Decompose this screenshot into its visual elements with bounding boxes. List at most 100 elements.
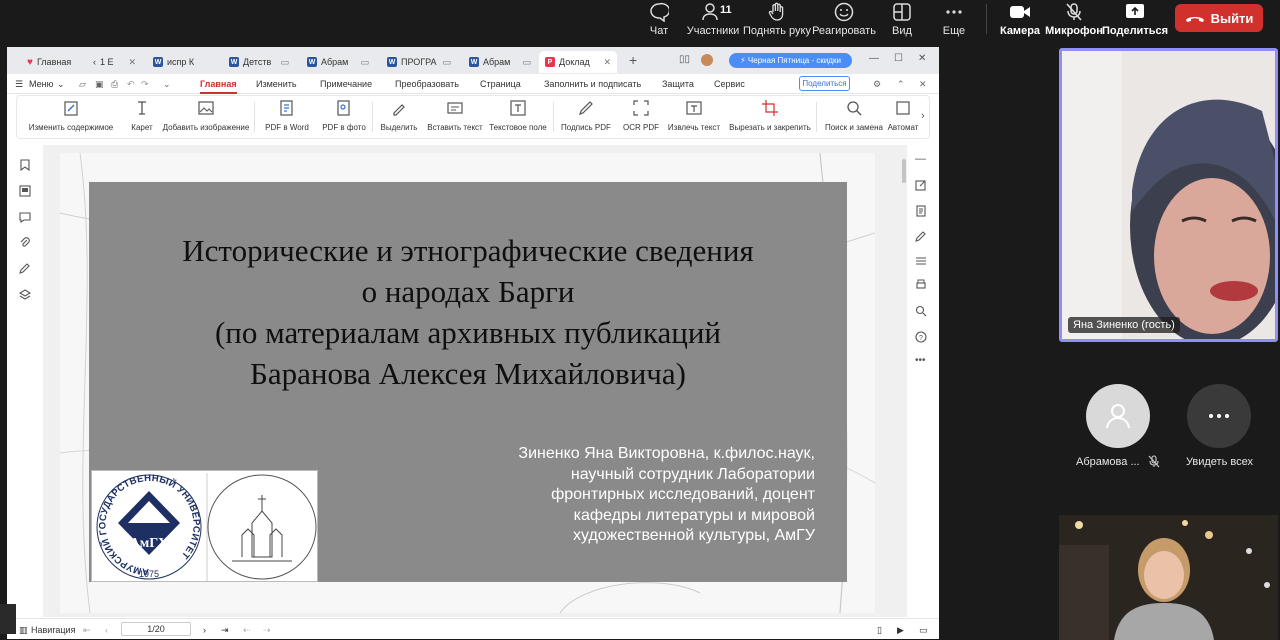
- tab-home[interactable]: ♥ Главная: [21, 51, 81, 73]
- search-icon[interactable]: [915, 305, 927, 317]
- pdf-to-word-tool[interactable]: PDF в Word: [259, 99, 315, 137]
- menu-item-edit[interactable]: Изменить: [256, 79, 297, 89]
- tab-document-active[interactable]: P Доклад ✕: [539, 51, 617, 73]
- react-button[interactable]: Реагировать: [812, 0, 876, 42]
- menu-item-home[interactable]: Главная: [200, 79, 237, 94]
- leave-button[interactable]: Выйти: [1175, 4, 1263, 32]
- undo-icon[interactable]: ↶: [127, 79, 135, 90]
- auto-tool[interactable]: Автомат: [887, 99, 919, 137]
- speaker-video-tile[interactable]: Яна Зиненко (гость): [1059, 48, 1278, 342]
- chevron-right-icon[interactable]: ›: [921, 110, 925, 122]
- minus-icon[interactable]: —: [915, 153, 927, 165]
- menu-item-comment[interactable]: Примечание: [320, 79, 372, 89]
- save-icon[interactable]: ▣: [95, 79, 104, 90]
- navigation-icon[interactable]: ▥: [19, 625, 28, 636]
- next-page-icon[interactable]: ›: [203, 625, 206, 635]
- new-tab-icon[interactable]: +: [629, 52, 637, 68]
- participant-avatar[interactable]: [1086, 384, 1150, 448]
- slide: Исторические и этнографические сведения …: [89, 182, 847, 582]
- document-icon[interactable]: [915, 205, 927, 217]
- settings-icon[interactable]: ⚙: [873, 79, 881, 90]
- menu-button[interactable]: Меню: [29, 79, 53, 89]
- self-video-tile[interactable]: [1059, 515, 1278, 640]
- caret-icon: [138, 101, 146, 115]
- tablet-icon[interactable]: ▯▯: [679, 54, 690, 65]
- pdf-to-image-tool[interactable]: PDF в фото: [319, 99, 369, 137]
- add-image-tool[interactable]: Добавить изображение: [163, 99, 249, 137]
- page-number-input[interactable]: 1/20: [121, 622, 191, 636]
- first-page-icon[interactable]: ⇤: [83, 625, 91, 636]
- navigation-label[interactable]: Навигация: [31, 625, 75, 635]
- close-icon[interactable]: ✕: [128, 57, 136, 68]
- participants-button[interactable]: 11 Участники: [686, 0, 740, 42]
- comment-icon[interactable]: [19, 211, 31, 223]
- extract-text-tool[interactable]: Извлечь текст: [663, 99, 725, 137]
- see-all-label[interactable]: Увидеть всех: [1186, 456, 1253, 468]
- maximize-icon[interactable]: ☐: [894, 53, 903, 64]
- caret-tool[interactable]: Карет: [127, 99, 157, 137]
- scrollbar-thumb[interactable]: [902, 159, 906, 183]
- tab-label: ПРОГРА: [401, 57, 437, 67]
- compare-icon[interactable]: [915, 255, 927, 267]
- open-folder-icon[interactable]: ▱: [79, 79, 86, 90]
- prev-page-icon[interactable]: ‹: [105, 625, 108, 635]
- edit-content-tool[interactable]: Изменить содержимое: [25, 99, 117, 137]
- chevron-up-icon[interactable]: ⌃: [897, 79, 905, 90]
- tab-document-1[interactable]: ‹ 1 Е ✕: [87, 51, 142, 73]
- fit-page-icon[interactable]: ▭: [919, 625, 928, 636]
- close-icon[interactable]: ✕: [919, 79, 927, 90]
- ocr-pdf-tool[interactable]: OCR PDF: [621, 99, 661, 137]
- help-icon[interactable]: ?: [915, 331, 927, 343]
- tab-document-4[interactable]: W Абрам ▭: [301, 51, 375, 73]
- camera-button[interactable]: Камера: [1000, 0, 1040, 42]
- chat-button[interactable]: Чат: [640, 0, 678, 42]
- hamburger-icon[interactable]: ☰: [15, 79, 23, 90]
- print-icon[interactable]: [915, 279, 927, 291]
- see-all-button[interactable]: [1187, 384, 1251, 448]
- raise-hand-button[interactable]: Поднять руку: [743, 0, 811, 42]
- find-replace-tool[interactable]: Поиск и замена: [823, 99, 885, 137]
- tab-document-2[interactable]: W испр К: [147, 51, 217, 73]
- highlight-tool[interactable]: Выделить: [377, 99, 421, 137]
- share-screen-button[interactable]: Поделиться: [1102, 0, 1168, 42]
- forward-icon[interactable]: ⇢: [263, 625, 271, 636]
- thumbnails-icon[interactable]: [19, 185, 31, 197]
- back-icon[interactable]: ⇠: [243, 625, 251, 636]
- signature-icon[interactable]: [19, 263, 31, 275]
- minimize-icon[interactable]: —: [869, 53, 879, 64]
- sign-icon[interactable]: [915, 231, 927, 243]
- tab-document-3[interactable]: W Детств ▭: [223, 51, 295, 73]
- edit-icon[interactable]: [915, 179, 927, 191]
- sign-pdf-tool[interactable]: Подпись PDF: [558, 99, 614, 137]
- share-doc-button[interactable]: Поделиться: [799, 76, 850, 91]
- avatar[interactable]: [701, 54, 713, 66]
- bookmark-icon[interactable]: [19, 159, 31, 171]
- chevron-down-icon[interactable]: ⌄: [163, 79, 171, 90]
- text-box-tool[interactable]: Текстовое поле: [487, 99, 549, 137]
- reading-mode-icon[interactable]: ▯: [877, 625, 882, 636]
- menu-item-convert[interactable]: Преобразовать: [395, 79, 459, 89]
- insert-text-tool[interactable]: Вставить текст: [427, 99, 483, 137]
- tab-document-5[interactable]: W ПРОГРА ▭: [381, 51, 457, 73]
- redo-icon[interactable]: ↷: [141, 79, 149, 90]
- attachment-icon[interactable]: [19, 237, 31, 249]
- layers-icon[interactable]: [19, 289, 31, 301]
- cut-pin-tool[interactable]: Вырезать и закрепить: [729, 99, 811, 137]
- menu-item-fill-sign[interactable]: Заполнить и подписать: [544, 79, 641, 89]
- promo-badge[interactable]: ⚡ Черная Пятница - скидки: [729, 53, 852, 68]
- close-icon[interactable]: ✕: [603, 57, 611, 68]
- view-button[interactable]: Вид: [886, 0, 918, 42]
- microphone-button[interactable]: Микрофон: [1045, 0, 1103, 42]
- print-icon[interactable]: ⎙: [111, 79, 118, 90]
- more-button[interactable]: Еще: [938, 0, 970, 42]
- tab-document-6[interactable]: W Абрам ▭: [463, 51, 537, 73]
- play-icon[interactable]: ▶: [897, 625, 904, 636]
- close-window-icon[interactable]: ✕: [918, 53, 926, 64]
- menu-item-tools[interactable]: Сервис: [714, 79, 745, 89]
- more-dots-icon[interactable]: •••: [915, 355, 927, 367]
- menu-item-protect[interactable]: Защита: [662, 79, 694, 89]
- speaker-name: Яна Зиненко (гость): [1068, 317, 1180, 333]
- svg-text:?: ?: [919, 335, 923, 342]
- last-page-icon[interactable]: ⇥: [221, 625, 229, 636]
- menu-item-page[interactable]: Страница: [480, 79, 521, 89]
